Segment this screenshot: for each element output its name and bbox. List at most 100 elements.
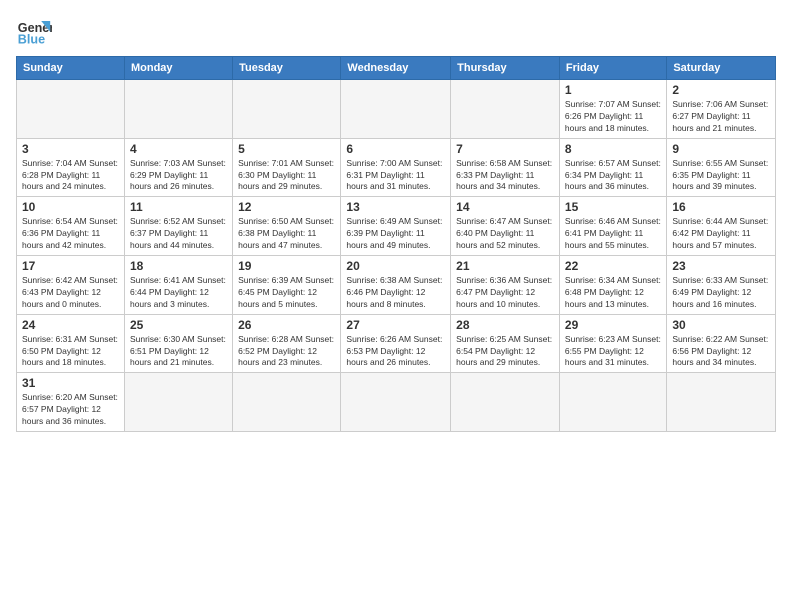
day-info: Sunrise: 6:46 AM Sunset: 6:41 PM Dayligh… [565, 216, 661, 252]
calendar-cell: 14 Sunrise: 6:47 AM Sunset: 6:40 PM Dayli… [451, 197, 560, 256]
weekday-header-wednesday: Wednesday [341, 57, 451, 80]
day-info: Sunrise: 6:58 AM Sunset: 6:33 PM Dayligh… [456, 158, 554, 194]
calendar-week-3: 10 Sunrise: 6:54 AM Sunset: 6:36 PM Dayli… [17, 197, 776, 256]
day-info: Sunrise: 6:23 AM Sunset: 6:55 PM Dayligh… [565, 334, 661, 370]
logo: General Blue [16, 12, 52, 48]
day-number: 17 [22, 259, 119, 273]
calendar-cell: 24Sunrise: 6:31 AM Sunset: 6:50 PM Dayli… [17, 314, 125, 373]
calendar-cell: 26 Sunrise: 6:28 AM Sunset: 6:52 PM Dayli… [233, 314, 341, 373]
weekday-header-sunday: Sunday [17, 57, 125, 80]
calendar-cell: 16 Sunrise: 6:44 AM Sunset: 6:42 PM Dayli… [667, 197, 776, 256]
day-info: Sunrise: 6:57 AM Sunset: 6:34 PM Dayligh… [565, 158, 661, 194]
day-info: Sunrise: 6:49 AM Sunset: 6:39 PM Dayligh… [346, 216, 445, 252]
calendar-cell: 31Sunrise: 6:20 AM Sunset: 6:57 PM Dayli… [17, 373, 125, 432]
day-number: 4 [130, 142, 227, 156]
calendar-cell: 27 Sunrise: 6:26 AM Sunset: 6:53 PM Dayli… [341, 314, 451, 373]
day-info: Sunrise: 6:52 AM Sunset: 6:37 PM Dayligh… [130, 216, 227, 252]
calendar-cell [559, 373, 666, 432]
calendar-week-5: 24Sunrise: 6:31 AM Sunset: 6:50 PM Dayli… [17, 314, 776, 373]
day-number: 10 [22, 200, 119, 214]
day-info: Sunrise: 6:25 AM Sunset: 6:54 PM Dayligh… [456, 334, 554, 370]
day-number: 7 [456, 142, 554, 156]
day-info: Sunrise: 6:42 AM Sunset: 6:43 PM Dayligh… [22, 275, 119, 311]
day-number: 2 [672, 83, 770, 97]
day-info: Sunrise: 6:31 AM Sunset: 6:50 PM Dayligh… [22, 334, 119, 370]
calendar-cell: 1Sunrise: 7:07 AM Sunset: 6:26 PM Daylig… [559, 80, 666, 139]
day-info: Sunrise: 6:50 AM Sunset: 6:38 PM Dayligh… [238, 216, 335, 252]
calendar-cell [341, 373, 451, 432]
calendar-cell: 4 Sunrise: 7:03 AM Sunset: 6:29 PM Daylig… [124, 138, 232, 197]
page-header: General Blue [16, 12, 776, 48]
calendar-week-6: 31Sunrise: 6:20 AM Sunset: 6:57 PM Dayli… [17, 373, 776, 432]
calendar-cell: 25 Sunrise: 6:30 AM Sunset: 6:51 PM Dayli… [124, 314, 232, 373]
calendar-cell: 28 Sunrise: 6:25 AM Sunset: 6:54 PM Dayli… [451, 314, 560, 373]
calendar-cell: 2 Sunrise: 7:06 AM Sunset: 6:27 PM Daylig… [667, 80, 776, 139]
calendar-cell: 8 Sunrise: 6:57 AM Sunset: 6:34 PM Daylig… [559, 138, 666, 197]
day-number: 13 [346, 200, 445, 214]
day-number: 28 [456, 318, 554, 332]
day-number: 23 [672, 259, 770, 273]
day-number: 27 [346, 318, 445, 332]
day-info: Sunrise: 7:06 AM Sunset: 6:27 PM Dayligh… [672, 99, 770, 135]
calendar-table: SundayMondayTuesdayWednesdayThursdayFrid… [16, 56, 776, 432]
calendar-cell [667, 373, 776, 432]
calendar-cell: 21Sunrise: 6:36 AM Sunset: 6:47 PM Dayli… [451, 256, 560, 315]
calendar-cell: 3 Sunrise: 7:04 AM Sunset: 6:28 PM Daylig… [17, 138, 125, 197]
calendar-cell: 20 Sunrise: 6:38 AM Sunset: 6:46 PM Dayli… [341, 256, 451, 315]
day-info: Sunrise: 6:28 AM Sunset: 6:52 PM Dayligh… [238, 334, 335, 370]
day-number: 25 [130, 318, 227, 332]
calendar-cell: 10 Sunrise: 6:54 AM Sunset: 6:36 PM Dayli… [17, 197, 125, 256]
day-info: Sunrise: 6:20 AM Sunset: 6:57 PM Dayligh… [22, 392, 119, 428]
calendar-cell [233, 373, 341, 432]
day-info: Sunrise: 6:26 AM Sunset: 6:53 PM Dayligh… [346, 334, 445, 370]
calendar-cell: 5 Sunrise: 7:01 AM Sunset: 6:30 PM Daylig… [233, 138, 341, 197]
calendar-week-2: 3 Sunrise: 7:04 AM Sunset: 6:28 PM Daylig… [17, 138, 776, 197]
day-info: Sunrise: 7:04 AM Sunset: 6:28 PM Dayligh… [22, 158, 119, 194]
day-number: 9 [672, 142, 770, 156]
calendar-week-1: 1Sunrise: 7:07 AM Sunset: 6:26 PM Daylig… [17, 80, 776, 139]
calendar-cell [341, 80, 451, 139]
day-info: Sunrise: 6:36 AM Sunset: 6:47 PM Dayligh… [456, 275, 554, 311]
weekday-header-friday: Friday [559, 57, 666, 80]
weekday-header-saturday: Saturday [667, 57, 776, 80]
day-number: 12 [238, 200, 335, 214]
day-info: Sunrise: 6:44 AM Sunset: 6:42 PM Dayligh… [672, 216, 770, 252]
calendar-week-4: 17 Sunrise: 6:42 AM Sunset: 6:43 PM Dayli… [17, 256, 776, 315]
calendar-cell: 18Sunrise: 6:41 AM Sunset: 6:44 PM Dayli… [124, 256, 232, 315]
calendar-cell: 7 Sunrise: 6:58 AM Sunset: 6:33 PM Daylig… [451, 138, 560, 197]
calendar-cell [124, 80, 232, 139]
day-info: Sunrise: 6:34 AM Sunset: 6:48 PM Dayligh… [565, 275, 661, 311]
day-number: 20 [346, 259, 445, 273]
calendar-cell: 9Sunrise: 6:55 AM Sunset: 6:35 PM Daylig… [667, 138, 776, 197]
day-info: Sunrise: 6:39 AM Sunset: 6:45 PM Dayligh… [238, 275, 335, 311]
day-number: 3 [22, 142, 119, 156]
calendar-cell: 30Sunrise: 6:22 AM Sunset: 6:56 PM Dayli… [667, 314, 776, 373]
calendar-cell: 6 Sunrise: 7:00 AM Sunset: 6:31 PM Daylig… [341, 138, 451, 197]
day-info: Sunrise: 6:38 AM Sunset: 6:46 PM Dayligh… [346, 275, 445, 311]
day-number: 16 [672, 200, 770, 214]
calendar-cell [124, 373, 232, 432]
svg-text:Blue: Blue [18, 33, 45, 47]
weekday-header-monday: Monday [124, 57, 232, 80]
day-number: 6 [346, 142, 445, 156]
day-info: Sunrise: 7:00 AM Sunset: 6:31 PM Dayligh… [346, 158, 445, 194]
day-info: Sunrise: 7:03 AM Sunset: 6:29 PM Dayligh… [130, 158, 227, 194]
day-number: 15 [565, 200, 661, 214]
weekday-header-row: SundayMondayTuesdayWednesdayThursdayFrid… [17, 57, 776, 80]
day-number: 18 [130, 259, 227, 273]
day-info: Sunrise: 7:07 AM Sunset: 6:26 PM Dayligh… [565, 99, 661, 135]
day-number: 19 [238, 259, 335, 273]
calendar-cell: 19 Sunrise: 6:39 AM Sunset: 6:45 PM Dayli… [233, 256, 341, 315]
day-info: Sunrise: 6:54 AM Sunset: 6:36 PM Dayligh… [22, 216, 119, 252]
calendar-cell [17, 80, 125, 139]
day-number: 8 [565, 142, 661, 156]
day-number: 14 [456, 200, 554, 214]
day-number: 5 [238, 142, 335, 156]
day-info: Sunrise: 7:01 AM Sunset: 6:30 PM Dayligh… [238, 158, 335, 194]
day-number: 22 [565, 259, 661, 273]
day-info: Sunrise: 6:47 AM Sunset: 6:40 PM Dayligh… [456, 216, 554, 252]
calendar-cell [451, 373, 560, 432]
weekday-header-thursday: Thursday [451, 57, 560, 80]
day-info: Sunrise: 6:30 AM Sunset: 6:51 PM Dayligh… [130, 334, 227, 370]
day-number: 26 [238, 318, 335, 332]
